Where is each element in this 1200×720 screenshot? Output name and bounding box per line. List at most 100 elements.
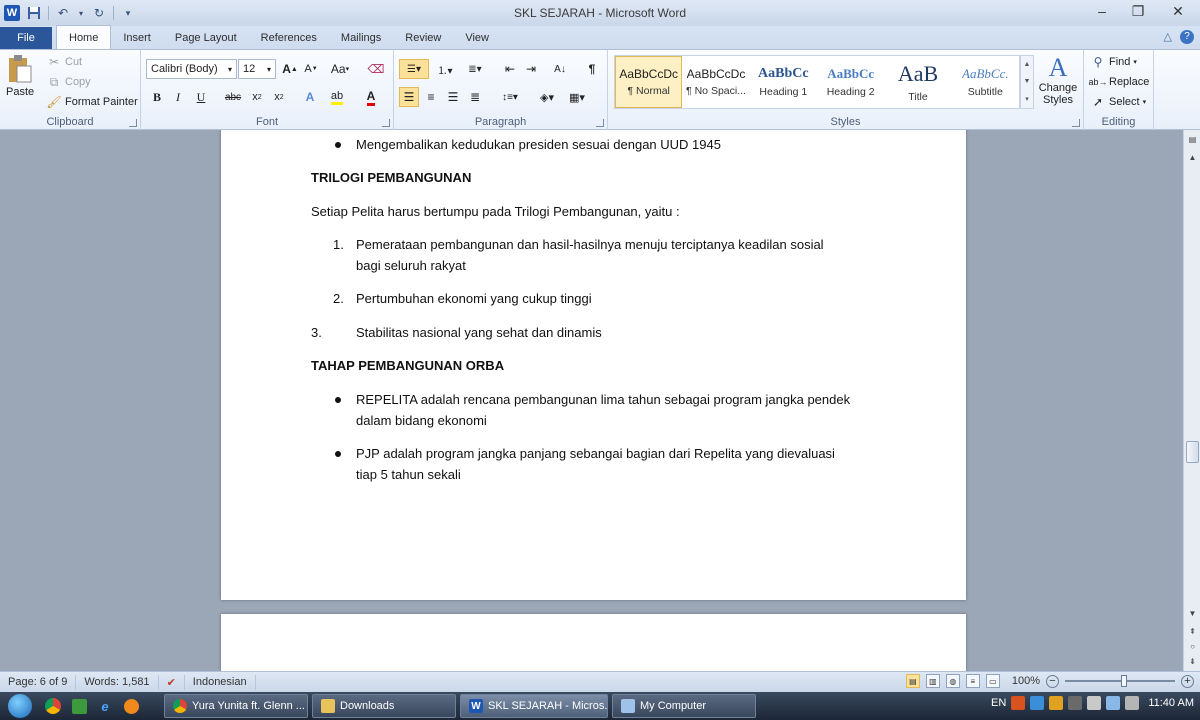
line-spacing-button[interactable]: ↕≡▾ (497, 87, 523, 107)
zoom-slider-thumb[interactable] (1121, 675, 1127, 687)
bullets-button[interactable]: ☰▾ (399, 59, 429, 79)
cut-button[interactable]: ✂ Cut (46, 54, 82, 70)
ruler-toggle-icon[interactable]: ▤ (1185, 132, 1200, 147)
previous-page-icon[interactable]: ⇞ (1185, 624, 1200, 639)
style-title[interactable]: AaB Title (884, 56, 951, 108)
web-layout-icon[interactable]: ◍ (945, 674, 960, 688)
styles-launcher-icon[interactable] (1072, 119, 1080, 127)
numbered-item-text[interactable]: Pemerataan pembangunan dan hasil-hasilny… (356, 234, 916, 276)
strikethrough-button[interactable]: abc (223, 87, 243, 107)
scrollbar-thumb[interactable] (1186, 441, 1199, 463)
zoom-out-icon[interactable]: − (1046, 674, 1059, 688)
tab-home[interactable]: Home (56, 25, 112, 49)
font-launcher-icon[interactable] (382, 119, 390, 127)
format-painter-button[interactable]: 🖌 Format Painter (46, 94, 137, 110)
media-player-pinned-icon[interactable] (120, 695, 142, 717)
shading-button[interactable]: ◈▾ (534, 87, 560, 107)
undo-icon[interactable]: ↶ (55, 5, 71, 21)
text-effects-button[interactable]: A (300, 87, 320, 107)
superscript-button[interactable]: x2 (269, 87, 289, 107)
language-indicator[interactable]: Indonesian (185, 674, 256, 690)
clear-formatting-icon[interactable]: ⌫ (366, 59, 386, 79)
change-styles-button[interactable]: A Change Styles (1036, 54, 1080, 107)
clipboard-launcher-icon[interactable] (129, 119, 137, 127)
minimize-button[interactable]: – (1084, 0, 1120, 22)
full-screen-reading-icon[interactable]: ▥ (925, 674, 940, 688)
tray-app-icon[interactable] (1049, 696, 1064, 710)
section-heading-trilogi[interactable]: TRILOGI PEMBANGUNAN (311, 167, 471, 188)
chevron-down-icon[interactable]: ▼ (1024, 78, 1031, 85)
restore-button[interactable]: ❐ (1120, 0, 1156, 22)
more-styles-icon[interactable]: ▾ (1025, 95, 1029, 103)
volume-icon[interactable] (1125, 696, 1140, 710)
sort-button[interactable]: A↓ (550, 59, 570, 79)
document-page[interactable]: Mengembalikan kedudukan presiden sesuai … (221, 130, 966, 600)
justify-button[interactable]: ≣ (465, 87, 485, 107)
bullet-text[interactable]: Mengembalikan kedudukan presiden sesuai … (356, 134, 721, 155)
align-center-button[interactable]: ≡ (421, 87, 441, 107)
zoom-slider[interactable] (1065, 675, 1175, 687)
taskbar-item-my-computer[interactable]: My Computer (612, 694, 756, 718)
bullet-text[interactable]: PJP adalah program jangka panjang sebang… (356, 443, 916, 485)
style-heading-1[interactable]: AaBbCc Heading 1 (750, 56, 817, 108)
word-logo-icon[interactable]: W (4, 5, 20, 21)
increase-indent-button[interactable]: ⇥ (521, 59, 541, 79)
align-right-button[interactable]: ☰ (443, 87, 463, 107)
zoom-in-icon[interactable]: + (1181, 674, 1194, 688)
network-icon[interactable] (1106, 696, 1121, 710)
save-icon[interactable] (26, 5, 42, 21)
start-button[interactable] (0, 692, 40, 720)
tab-review[interactable]: Review (393, 27, 453, 49)
next-page-icon[interactable]: ⇟ (1185, 654, 1200, 669)
style-no-spacing[interactable]: AaBbCcDc ¶ No Spaci... (682, 56, 749, 108)
close-button[interactable]: ✕ (1156, 0, 1200, 22)
subscript-button[interactable]: x2 (247, 87, 267, 107)
style-heading-2[interactable]: AaBbCc Heading 2 (817, 56, 884, 108)
grow-font-button[interactable]: A ▲ (280, 59, 300, 79)
tab-references[interactable]: References (249, 27, 329, 49)
copy-button[interactable]: ⧉ Copy (46, 74, 91, 90)
draft-view-icon[interactable]: ▭ (985, 674, 1000, 688)
bold-button[interactable]: B (147, 87, 167, 107)
taskbar-item-chrome[interactable]: Yura Yunita ft. Glenn ... (164, 694, 308, 718)
proofing-status[interactable]: ✔ (159, 674, 185, 690)
numbered-item-text[interactable]: Pertumbuhan ekonomi yang cukup tinggi (356, 288, 592, 309)
print-layout-view-icon[interactable]: ▤ (905, 674, 920, 688)
chrome-pinned-icon[interactable] (42, 695, 64, 717)
select-button[interactable]: ➚ Select ▾ (1090, 94, 1146, 110)
taskbar-item-word[interactable]: W SKL SEJARAH - Micros... (460, 694, 608, 718)
internet-explorer-pinned-icon[interactable]: e (94, 695, 116, 717)
language-bar[interactable]: EN (991, 697, 1006, 709)
align-left-button[interactable]: ☰ (399, 87, 419, 107)
style-normal[interactable]: AaBbCcDc ¶ Normal (615, 56, 683, 108)
zoom-level[interactable]: 100% (1012, 675, 1040, 687)
find-button[interactable]: ⚲ Find ▾ (1090, 54, 1137, 70)
tab-file[interactable]: File (0, 27, 52, 49)
highlight-color-button[interactable]: ab (327, 87, 347, 107)
scroll-up-icon[interactable]: ▲ (1185, 150, 1200, 165)
paragraph-launcher-icon[interactable] (596, 119, 604, 127)
help-icon[interactable]: ? (1180, 30, 1194, 44)
outline-view-icon[interactable]: ≡ (965, 674, 980, 688)
borders-button[interactable]: ▦▾ (564, 87, 590, 107)
document-page-next[interactable] (221, 614, 966, 671)
font-color-button[interactable]: A (361, 87, 381, 107)
tab-page-layout[interactable]: Page Layout (163, 27, 249, 49)
numbering-button[interactable]: ⒈▾ (432, 59, 458, 79)
chevron-down-icon[interactable]: ▾ (77, 5, 85, 21)
bullet-text[interactable]: REPELITA adalah rencana pembangunan lima… (356, 389, 916, 431)
font-name-select[interactable]: Calibri (Body) ▾ (146, 59, 237, 79)
page-count[interactable]: Page: 6 of 9 (0, 674, 77, 690)
shrink-font-button[interactable]: A ▼ (301, 59, 321, 79)
clock[interactable]: 11:40 AM (1148, 697, 1194, 709)
style-subtitle[interactable]: AaBbCc. Subtitle (952, 56, 1019, 108)
vertical-scrollbar[interactable]: ▤ ▲ ▼ ⇞ ○ ⇟ (1183, 130, 1200, 671)
redo-icon[interactable]: ↻ (91, 5, 107, 21)
paste-button[interactable]: Paste (6, 54, 34, 98)
tray-app-icon[interactable] (1068, 696, 1083, 710)
tray-app-icon[interactable] (1011, 696, 1026, 710)
section-heading-tahap[interactable]: TAHAP PEMBANGUNAN ORBA (311, 355, 504, 376)
underline-button[interactable]: U (191, 87, 211, 107)
word-count[interactable]: Words: 1,581 (76, 674, 159, 690)
document-area[interactable]: Mengembalikan kedudukan presiden sesuai … (0, 130, 1183, 671)
